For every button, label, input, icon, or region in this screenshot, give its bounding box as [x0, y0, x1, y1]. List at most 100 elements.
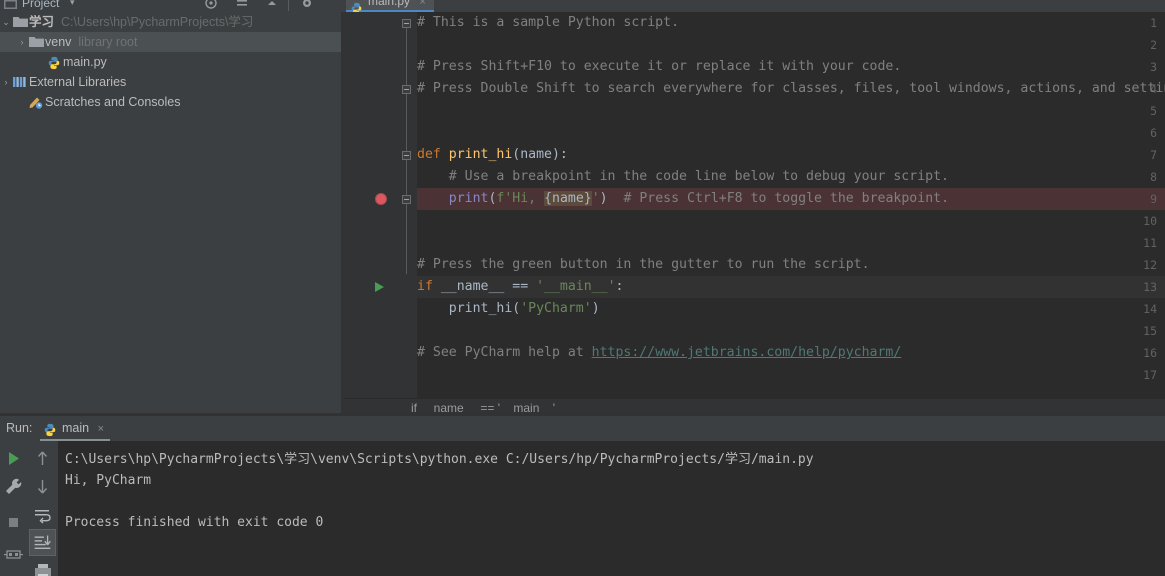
code-token: # This is a sample Python script. — [417, 15, 679, 30]
run-label: Run: — [6, 421, 32, 435]
project-panel-title: Project — [22, 0, 59, 10]
run-console-output[interactable]: C:\Users\hp\PycharmProjects\学习\venv\Scri… — [58, 441, 1165, 576]
collapse-all-icon[interactable] — [235, 0, 249, 10]
tree-item-sublabel: C:\Users\hp\PycharmProjects\学习 — [61, 15, 253, 29]
code-token: ' — [592, 191, 600, 206]
code-token: {name} — [544, 191, 592, 206]
project-panel-icon — [4, 0, 17, 8]
code-line[interactable]: # Press Double Shift to search everywher… — [417, 78, 1165, 100]
code-token: print_hi — [449, 147, 513, 162]
code-token: # See PyCharm help at — [417, 345, 592, 360]
hide-icon[interactable] — [265, 0, 279, 10]
console-line: C:\Users\hp\PycharmProjects\学习\venv\Scri… — [65, 449, 814, 470]
code-line[interactable]: if __name__ == '__main__': — [417, 276, 623, 298]
chevron-toggle-icon[interactable]: › — [16, 32, 28, 52]
tree-item-external-libraries[interactable]: › External Libraries — [0, 72, 343, 92]
code-line[interactable]: # See PyCharm help at https://www.jetbra… — [417, 342, 901, 364]
code-token: ) — [600, 191, 608, 206]
code-folding-column[interactable] — [401, 12, 417, 398]
tree-item-label: External Libraries — [29, 75, 126, 89]
code-token: '__main__' — [536, 279, 615, 294]
chevron-toggle-icon[interactable]: › — [0, 72, 12, 92]
code-token: 'PyCharm' — [520, 301, 591, 316]
top-toolbar: Project ▾ main.py × — [0, 0, 1165, 12]
run-toolbar-left — [0, 441, 27, 576]
editor-gutter[interactable] — [343, 12, 401, 398]
code-token: # Press Double Shift to search everywher… — [417, 81, 1165, 96]
close-icon[interactable]: × — [419, 0, 425, 8]
fold-toggle-icon[interactable] — [402, 151, 411, 160]
code-token: # Press the green button in the gutter t… — [417, 257, 870, 272]
run-toolbar-right — [27, 441, 58, 576]
code-line[interactable]: # Use a breakpoint in the code line belo… — [417, 166, 949, 188]
pycharm-window: Project ▾ main.py × ⌄ 学习 C:\Users\hp\Pycha… — [0, 0, 1165, 576]
scratches-icon — [28, 92, 45, 112]
tree-item--[interactable]: ⌄ 学习 C:\Users\hp\PycharmProjects\学习 — [0, 12, 343, 32]
run-tool-window: Run: main × — [0, 416, 1165, 576]
console-line: Process finished with exit code 0 — [65, 512, 323, 533]
rerun-button[interactable] — [0, 445, 27, 472]
stop-button[interactable] — [0, 509, 27, 536]
run-header: Run: main × — [0, 416, 1165, 441]
python-file-icon — [350, 2, 363, 12]
code-editor[interactable]: 1234567891011121314151617 # This is a sa… — [343, 12, 1165, 398]
arrow-down-icon[interactable] — [29, 473, 56, 500]
code-token: ) — [592, 301, 600, 316]
project-tree[interactable]: ⌄ 学习 C:\Users\hp\PycharmProjects\学习 › venvli… — [0, 12, 343, 413]
code-token: https://www.jetbrains.com/help/pycharm/ — [592, 345, 902, 360]
folder-icon — [12, 12, 29, 32]
code-token: __name__ == — [441, 279, 536, 294]
editor-tab-main-py[interactable]: main.py × — [346, 0, 434, 12]
scroll-to-end-button[interactable] — [29, 529, 56, 556]
configure-button[interactable] — [0, 473, 27, 500]
tree-item-label: main.py — [63, 55, 107, 69]
close-icon[interactable]: × — [98, 423, 104, 435]
tree-item-label: venv — [45, 35, 71, 49]
pin-icon[interactable] — [0, 541, 27, 568]
fold-toggle-icon[interactable] — [402, 19, 411, 28]
tree-item-venv[interactable]: › venv library root — [0, 32, 343, 52]
fold-toggle-icon[interactable] — [402, 195, 411, 204]
tree-item-label: Scratches and Consoles — [45, 95, 181, 109]
code-token: def — [417, 147, 449, 162]
code-token: print_hi( — [417, 301, 520, 316]
code-token — [417, 191, 449, 206]
tree-item-scratches-and-consoles[interactable]: Scratches and Consoles — [0, 92, 343, 112]
code-token: : — [616, 279, 624, 294]
code-line[interactable]: # Press Shift+F10 to execute it or repla… — [417, 56, 901, 78]
console-line: Hi, PyCharm — [65, 470, 151, 491]
code-line[interactable]: # This is a sample Python script. — [417, 12, 679, 34]
indent-guide — [406, 22, 407, 274]
code-token: (name): — [512, 147, 568, 162]
fold-toggle-icon[interactable] — [402, 85, 411, 94]
code-text[interactable]: # This is a sample Python script. # Press… — [417, 12, 1165, 398]
code-token: f'Hi, — [496, 191, 544, 206]
chevron-toggle-icon[interactable]: ⌄ — [0, 12, 12, 32]
gear-icon[interactable] — [300, 0, 314, 10]
python-file-icon — [43, 421, 57, 435]
library-icon — [12, 72, 29, 92]
run-gutter-icon[interactable] — [375, 282, 384, 292]
code-line[interactable]: # Press the green button in the gutter t… — [417, 254, 870, 276]
folder-icon — [28, 32, 45, 52]
editor-tab-label: main.py — [368, 0, 410, 8]
python-file-icon — [46, 52, 63, 72]
code-line[interactable]: print(f'Hi, {name}') # Press Ctrl+F8 to … — [417, 188, 949, 210]
code-line[interactable]: print_hi('PyCharm') — [417, 298, 600, 320]
code-line[interactable]: def print_hi(name): — [417, 144, 568, 166]
code-token: # Press Ctrl+F8 to toggle the breakpoint… — [608, 191, 949, 206]
breakpoint-icon[interactable] — [375, 193, 387, 205]
locate-icon[interactable] — [204, 0, 218, 10]
tree-item-sublabel: library root — [78, 35, 137, 49]
run-tab-label: main — [62, 421, 89, 435]
code-token: print — [449, 191, 489, 206]
tree-item-main-py[interactable]: main.py — [0, 52, 343, 72]
chevron-down-icon[interactable]: ▾ — [70, 0, 75, 8]
arrow-up-icon[interactable] — [29, 445, 56, 472]
run-tab-main[interactable]: main × — [40, 416, 110, 441]
wrap-icon[interactable] — [29, 502, 56, 529]
code-token: # Use a breakpoint in the code line belo… — [417, 169, 949, 184]
printer-icon[interactable] — [29, 559, 56, 576]
tree-item-label: 学习 — [29, 15, 54, 29]
code-token: if — [417, 279, 441, 294]
